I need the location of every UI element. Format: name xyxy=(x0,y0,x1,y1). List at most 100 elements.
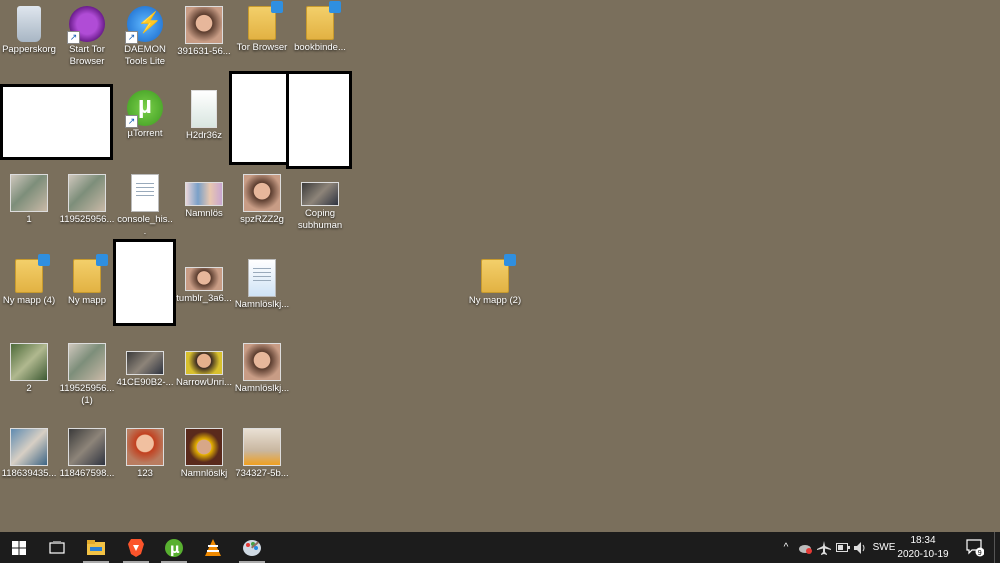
start-button[interactable] xyxy=(4,532,34,563)
desktop-icon-utorrent[interactable]: µTorrent xyxy=(116,86,174,140)
task-view-icon xyxy=(49,540,65,554)
desktop-icon-label: 734327-5b... xyxy=(235,468,289,479)
taskbar-vlc[interactable] xyxy=(197,532,229,563)
image-file-icon xyxy=(243,343,281,381)
desktop-icon-ny-mapp-4[interactable]: Ny mapp (4) xyxy=(0,254,58,307)
desktop[interactable]: Papperskorg Start Tor Browser DAEMON Too… xyxy=(0,0,1000,532)
image-file-icon xyxy=(185,182,223,206)
redacted-area xyxy=(113,239,176,326)
desktop-icon-118639435[interactable]: 118639435... xyxy=(0,424,58,480)
desktop-icon-1[interactable]: 1 xyxy=(0,170,58,226)
desktop-icon-namnloslkj-3[interactable]: Namnlöslkj xyxy=(175,424,233,480)
desktop-icon-label: Namnlöslkj... xyxy=(234,299,290,310)
desktop-icon-label: 119525956... xyxy=(59,214,115,225)
image-file-icon xyxy=(10,343,48,381)
desktop-icon-console-history[interactable]: console_his... xyxy=(116,170,174,238)
desktop-icon-start-tor-browser[interactable]: Start Tor Browser xyxy=(58,2,116,68)
show-hidden-icons-button[interactable]: ^ xyxy=(778,532,794,563)
desktop-icon-41ce90b2[interactable]: 41CE90B2-... xyxy=(116,339,174,389)
taskbar-file-explorer[interactable] xyxy=(80,532,112,563)
image-file-icon xyxy=(10,174,48,212)
show-desktop-button[interactable] xyxy=(994,532,1000,563)
desktop-icon-bookbinde[interactable]: bookbinde... xyxy=(291,1,349,54)
desktop-icon-h2dr36z[interactable]: H2dr36z xyxy=(175,86,233,142)
redacted-area xyxy=(0,84,113,160)
desktop-icon-118467598[interactable]: 118467598... xyxy=(58,424,116,480)
desktop-icon-ny-mapp-2[interactable]: Ny mapp (2) xyxy=(466,254,524,307)
vlc-icon xyxy=(205,538,221,556)
tor-browser-icon xyxy=(67,6,105,44)
video-file-icon xyxy=(301,182,339,206)
desktop-icon-label: console_his... xyxy=(117,214,173,237)
desktop-icon-namnlos[interactable]: Namnlös xyxy=(175,170,233,220)
svg-text:µ: µ xyxy=(170,542,180,557)
image-file-icon xyxy=(248,259,276,297)
task-view-button[interactable] xyxy=(42,532,72,563)
desktop-icon-narrowunri[interactable]: NarrowUnri... xyxy=(175,339,233,389)
desktop-icon-label: 391631-56... xyxy=(177,46,231,57)
taskbar-utorrent[interactable]: µ xyxy=(158,532,190,563)
desktop-icon-label: 41CE90B2-... xyxy=(116,377,174,388)
airplane-mode-button[interactable] xyxy=(815,532,833,563)
image-file-icon xyxy=(185,428,223,466)
taskbar-paint[interactable] xyxy=(236,532,268,563)
daemon-tools-icon xyxy=(125,6,163,44)
image-file-icon xyxy=(243,174,281,212)
image-file-icon xyxy=(126,428,164,466)
desktop-icon-label: Ny mapp xyxy=(67,295,106,306)
desktop-icon-391631[interactable]: 391631-56... xyxy=(175,2,233,58)
image-file-icon xyxy=(10,428,48,466)
desktop-icon-119525956-1[interactable]: 119525956... (1) xyxy=(58,339,116,407)
battery-button[interactable] xyxy=(834,532,852,563)
volume-button[interactable] xyxy=(852,532,870,563)
start-icon xyxy=(12,540,26,555)
desktop-icon-label: Namnlös xyxy=(185,208,223,219)
desktop-icon-734327[interactable]: 734327-5b... xyxy=(233,424,291,480)
cloud-sync-icon xyxy=(799,544,812,554)
desktop-icon-label: Coping subhuman xyxy=(297,208,343,231)
desktop-icon-namnloslkj-2[interactable]: Namnlöslkj... xyxy=(233,339,291,395)
clock-time: 18:34 xyxy=(910,535,936,546)
desktop-icon-label: DAEMON Tools Lite xyxy=(124,44,166,67)
desktop-icon-2[interactable]: 2 xyxy=(0,339,58,395)
image-file-icon xyxy=(68,174,106,212)
desktop-icon-label: 119525956... (1) xyxy=(59,383,115,406)
desktop-icon-label: Namnlöslkj... xyxy=(234,383,290,394)
chevron-up-icon: ^ xyxy=(783,542,789,553)
desktop-icon-label: Namnlöslkj xyxy=(180,468,228,479)
clock[interactable]: 18:34 2020-10-19 xyxy=(892,534,954,562)
tray-app-icon[interactable] xyxy=(796,532,814,563)
desktop-icon-123[interactable]: 123 xyxy=(116,424,174,480)
desktop-icon-119525956[interactable]: 119525956... xyxy=(58,170,116,226)
desktop-icon-recycle-bin[interactable]: Papperskorg xyxy=(0,2,58,56)
brave-browser-icon xyxy=(128,538,144,557)
desktop-icon-label: Start Tor Browser xyxy=(69,44,105,67)
desktop-icon-coping-subhuman[interactable]: Coping subhuman xyxy=(291,170,349,232)
folder-icon xyxy=(481,254,516,293)
desktop-icon-label: Ny mapp (2) xyxy=(468,295,522,306)
image-file-icon xyxy=(191,90,217,128)
notification-icon: 9 xyxy=(966,538,984,556)
desktop-icon-ny-mapp[interactable]: Ny mapp xyxy=(58,254,116,307)
image-file-icon xyxy=(185,6,223,44)
redacted-area xyxy=(229,71,289,165)
folder-icon xyxy=(73,254,108,293)
clock-date: 2020-10-19 xyxy=(897,549,949,560)
taskbar-brave[interactable] xyxy=(120,532,152,563)
desktop-icon-namnloslkj-1[interactable]: Namnlöslkj... xyxy=(233,255,291,311)
desktop-icon-spzrzz2g[interactable]: spzRZZ2g xyxy=(233,170,291,226)
image-file-icon xyxy=(68,428,106,466)
desktop-icon-tumblr[interactable]: tumblr_3a6... xyxy=(175,255,233,305)
desktop-icon-tor-browser-folder[interactable]: Tor Browser xyxy=(233,1,291,54)
desktop-icon-label: µTorrent xyxy=(127,128,163,139)
desktop-icon-label: Tor Browser xyxy=(236,42,288,53)
desktop-icon-label: bookbinde... xyxy=(294,42,346,53)
recycle-bin-icon xyxy=(17,6,41,42)
folder-icon xyxy=(15,254,50,293)
action-center-button[interactable]: 9 xyxy=(960,532,990,563)
desktop-icon-label: 1 xyxy=(26,214,32,225)
desktop-icon-label: H2dr36z xyxy=(186,130,222,141)
desktop-icon-daemon-tools[interactable]: DAEMON Tools Lite xyxy=(116,2,174,68)
desktop-icon-label: 118639435... xyxy=(1,468,57,479)
desktop-icon-label: Papperskorg xyxy=(2,44,56,55)
